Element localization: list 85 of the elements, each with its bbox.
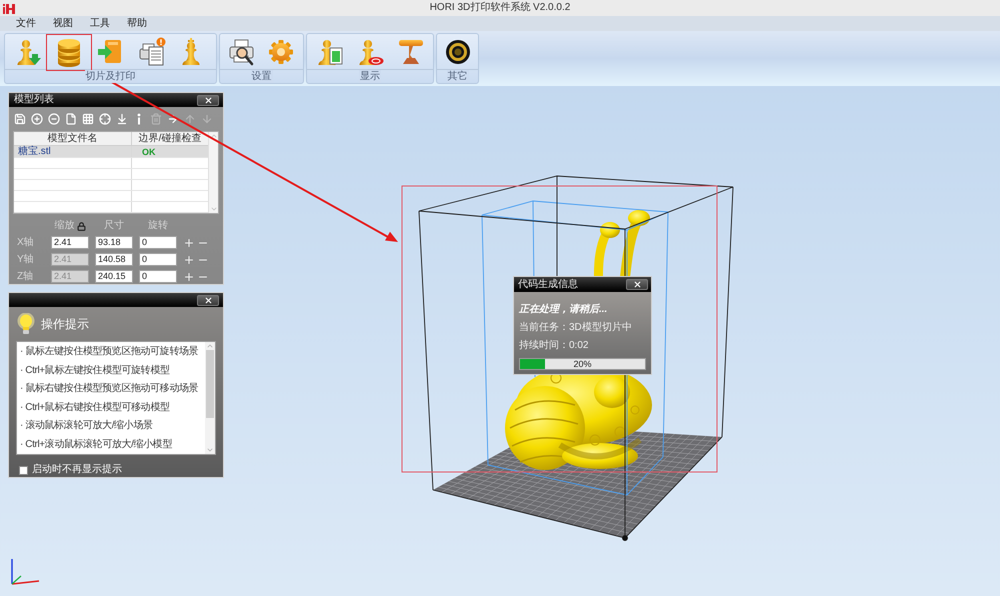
printer-document-icon [138, 36, 166, 66]
scroll-up-icon [210, 132, 218, 140]
scale-field[interactable]: 2.41 [51, 236, 89, 249]
table-cell-text: OK [141, 146, 156, 157]
close-button[interactable] [197, 94, 219, 106]
group-label: 切片及打印 [84, 70, 136, 83]
rotation-field[interactable]: 0 [139, 253, 177, 266]
remove-model-button[interactable] [48, 113, 60, 125]
tip-item: · Ctrl+鼠标右键按住模型可移动模型 [20, 400, 171, 414]
axis-label: Y轴 [17, 253, 35, 266]
close-button[interactable] [197, 294, 219, 306]
tip-item: · 鼠标右键按住模型预览区拖动可移动场景 [20, 382, 200, 396]
center-button[interactable] [99, 113, 111, 125]
plus-icon [183, 236, 195, 248]
progress-percent: 20% [572, 359, 592, 369]
add-model-button[interactable] [31, 113, 43, 125]
app-logo-icon [3, 2, 15, 14]
save-icon [14, 113, 26, 125]
increase-button[interactable] [183, 270, 195, 282]
checkbox-label: 启动时不再显示提示 [32, 464, 122, 476]
size-field[interactable]: 140.58 [95, 253, 133, 266]
file-button[interactable] [65, 113, 77, 125]
increase-button[interactable] [183, 254, 195, 266]
menu-item[interactable]: 帮助 [126, 18, 148, 30]
grid-icon [82, 113, 94, 125]
task-text: 当前任务：3D模型切片中 [519, 322, 633, 334]
column-label: 旋转 [148, 220, 168, 232]
size-field[interactable]: 240.15 [95, 270, 133, 283]
group-label: 设置 [250, 70, 272, 83]
arrow-down-icon [201, 113, 213, 125]
close-button[interactable] [626, 279, 648, 290]
save-button[interactable] [14, 113, 26, 125]
tip-item: · Ctrl+鼠标左键按住模型可旋转模型 [20, 364, 171, 378]
import-button[interactable] [116, 113, 128, 125]
dialog-title: 代码生成信息 [518, 278, 578, 290]
grid-button[interactable] [82, 113, 94, 125]
tips-title: 操作提示 [41, 317, 89, 331]
move-button[interactable] [167, 113, 179, 125]
file-icon [65, 113, 77, 125]
plus-icon [183, 254, 195, 266]
tip-item: · 滚动鼠标滚轮可放大/缩小场景 [20, 418, 154, 433]
column-label: 尺寸 [104, 220, 124, 232]
column-header: 模型文件名 [14, 132, 132, 145]
scroll-down-icon [210, 205, 218, 213]
arrow-right-icon [167, 113, 179, 125]
group-label: 显示 [359, 70, 381, 83]
minus-circle-icon [48, 113, 60, 125]
arrow-up-icon [184, 113, 196, 125]
scrollbar[interactable] [205, 342, 215, 454]
menu-item[interactable]: 工具 [89, 18, 111, 30]
trash-icon [150, 113, 162, 125]
menu-item[interactable]: 视图 [52, 18, 74, 30]
scroll-down-icon [206, 446, 214, 454]
plus-icon [183, 270, 195, 282]
size-field[interactable]: 93.18 [95, 236, 133, 249]
lightbulb-icon [17, 313, 35, 335]
table-cell: 糖宝.stl [14, 146, 132, 157]
rotation-field[interactable]: 0 [139, 270, 177, 283]
lock-icon [76, 222, 86, 230]
axis-label: Z轴 [17, 270, 34, 283]
tip-item: · Ctrl+滚动鼠标滚轮可放大/缩小模型 [20, 438, 173, 452]
close-icon [204, 96, 212, 104]
column-header: 边界/碰撞检查 [138, 132, 202, 145]
tip-item: · 鼠标左键按住模型预览区拖动可旋转场景 [20, 344, 200, 359]
table-row[interactable]: 糖宝.stl OK [14, 146, 208, 158]
close-icon [632, 280, 642, 289]
status-text: 正在处理，请稍后... [519, 304, 608, 316]
plus-circle-icon [31, 113, 43, 125]
crosshair-icon [99, 113, 111, 125]
scrollbar[interactable] [208, 132, 218, 213]
checkbox[interactable] [19, 466, 28, 474]
menu-item[interactable]: 文件 [15, 18, 37, 30]
panel-title: 模型列表 [14, 94, 54, 106]
close-icon [204, 296, 212, 304]
window-title: HORI 3D打印软件系统 V2.0.0.2 [428, 2, 572, 14]
elapsed-time-text: 持续时间：0:02 [519, 340, 590, 352]
group-label: 其它 [446, 70, 468, 83]
scrollbar-thumb[interactable] [206, 350, 214, 418]
scroll-up-icon [206, 342, 214, 350]
increase-button[interactable] [183, 236, 195, 248]
download-icon [116, 113, 128, 125]
axis-label: X轴 [17, 236, 35, 249]
printer-magnifier-icon [228, 36, 256, 66]
column-label: 缩放 [54, 220, 74, 232]
rotation-field[interactable]: 0 [139, 236, 177, 249]
